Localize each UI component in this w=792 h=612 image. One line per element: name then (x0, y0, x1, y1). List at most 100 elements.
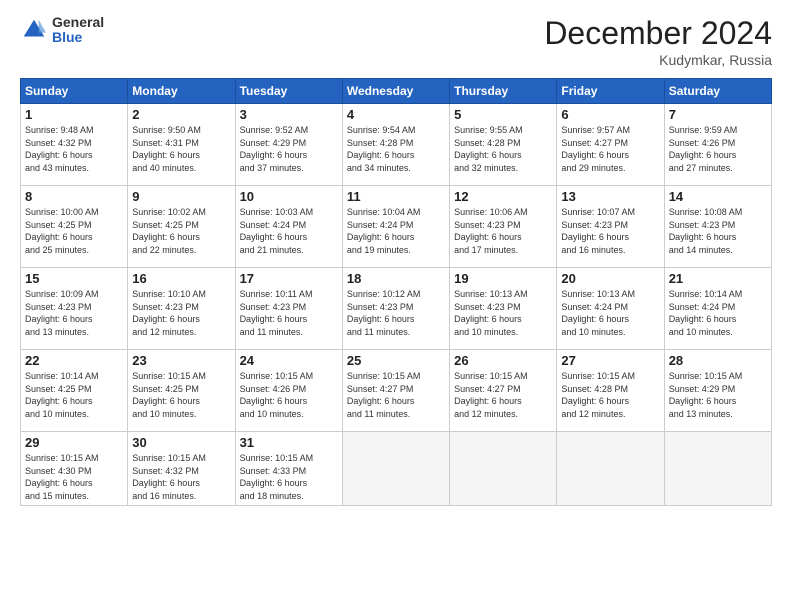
logo-text: General Blue (52, 15, 104, 46)
day-info: Sunrise: 10:11 AMSunset: 4:23 PMDaylight… (240, 288, 338, 338)
day-num: 6 (561, 107, 659, 122)
day-2: 2 Sunrise: 9:50 AMSunset: 4:31 PMDayligh… (128, 104, 235, 186)
day-23: 23 Sunrise: 10:15 AMSunset: 4:25 PMDayli… (128, 350, 235, 432)
day-13: 13 Sunrise: 10:07 AMSunset: 4:23 PMDayli… (557, 186, 664, 268)
day-num: 24 (240, 353, 338, 368)
day-info: Sunrise: 10:15 AMSunset: 4:27 PMDaylight… (347, 370, 445, 420)
day-7: 7 Sunrise: 9:59 AMSunset: 4:26 PMDayligh… (664, 104, 771, 186)
day-20: 20 Sunrise: 10:13 AMSunset: 4:24 PMDayli… (557, 268, 664, 350)
day-num: 21 (669, 271, 767, 286)
day-15: 15 Sunrise: 10:09 AMSunset: 4:23 PMDayli… (21, 268, 128, 350)
col-sunday: Sunday (21, 79, 128, 104)
day-11: 11 Sunrise: 10:04 AMSunset: 4:24 PMDayli… (342, 186, 449, 268)
col-thursday: Thursday (450, 79, 557, 104)
week-row-4: 22 Sunrise: 10:14 AMSunset: 4:25 PMDayli… (21, 350, 772, 432)
day-14: 14 Sunrise: 10:08 AMSunset: 4:23 PMDayli… (664, 186, 771, 268)
day-info: Sunrise: 10:06 AMSunset: 4:23 PMDaylight… (454, 206, 552, 256)
day-info: Sunrise: 9:54 AMSunset: 4:28 PMDaylight:… (347, 124, 445, 174)
day-3: 3 Sunrise: 9:52 AMSunset: 4:29 PMDayligh… (235, 104, 342, 186)
empty-cell (664, 432, 771, 506)
day-8: 8 Sunrise: 10:00 AMSunset: 4:25 PMDaylig… (21, 186, 128, 268)
header: General Blue December 2024 Kudymkar, Rus… (20, 15, 772, 68)
day-num: 28 (669, 353, 767, 368)
day-num: 30 (132, 435, 230, 450)
day-info: Sunrise: 10:15 AMSunset: 4:28 PMDaylight… (561, 370, 659, 420)
day-info: Sunrise: 10:15 AMSunset: 4:30 PMDaylight… (25, 452, 123, 502)
day-28: 28 Sunrise: 10:15 AMSunset: 4:29 PMDayli… (664, 350, 771, 432)
day-info: Sunrise: 9:59 AMSunset: 4:26 PMDaylight:… (669, 124, 767, 174)
day-num: 13 (561, 189, 659, 204)
day-num: 18 (347, 271, 445, 286)
day-num: 1 (25, 107, 123, 122)
day-info: Sunrise: 10:09 AMSunset: 4:23 PMDaylight… (25, 288, 123, 338)
day-info: Sunrise: 10:02 AMSunset: 4:25 PMDaylight… (132, 206, 230, 256)
title-block: December 2024 Kudymkar, Russia (544, 15, 772, 68)
month-title: December 2024 (544, 15, 772, 52)
day-num: 17 (240, 271, 338, 286)
day-num: 9 (132, 189, 230, 204)
day-num: 26 (454, 353, 552, 368)
day-24: 24 Sunrise: 10:15 AMSunset: 4:26 PMDayli… (235, 350, 342, 432)
day-info: Sunrise: 10:13 AMSunset: 4:24 PMDaylight… (561, 288, 659, 338)
day-4: 4 Sunrise: 9:54 AMSunset: 4:28 PMDayligh… (342, 104, 449, 186)
day-num: 7 (669, 107, 767, 122)
day-info: Sunrise: 9:48 AMSunset: 4:32 PMDaylight:… (25, 124, 123, 174)
day-21: 21 Sunrise: 10:14 AMSunset: 4:24 PMDayli… (664, 268, 771, 350)
day-info: Sunrise: 9:50 AMSunset: 4:31 PMDaylight:… (132, 124, 230, 174)
day-31: 31 Sunrise: 10:15 AMSunset: 4:33 PMDayli… (235, 432, 342, 506)
day-num: 2 (132, 107, 230, 122)
day-num: 3 (240, 107, 338, 122)
day-16: 16 Sunrise: 10:10 AMSunset: 4:23 PMDayli… (128, 268, 235, 350)
col-saturday: Saturday (664, 79, 771, 104)
day-1: 1 Sunrise: 9:48 AMSunset: 4:32 PMDayligh… (21, 104, 128, 186)
day-info: Sunrise: 9:52 AMSunset: 4:29 PMDaylight:… (240, 124, 338, 174)
day-info: Sunrise: 10:07 AMSunset: 4:23 PMDaylight… (561, 206, 659, 256)
day-27: 27 Sunrise: 10:15 AMSunset: 4:28 PMDayli… (557, 350, 664, 432)
day-info: Sunrise: 10:15 AMSunset: 4:25 PMDaylight… (132, 370, 230, 420)
day-22: 22 Sunrise: 10:14 AMSunset: 4:25 PMDayli… (21, 350, 128, 432)
day-info: Sunrise: 10:14 AMSunset: 4:25 PMDaylight… (25, 370, 123, 420)
week-row-5: 29 Sunrise: 10:15 AMSunset: 4:30 PMDayli… (21, 432, 772, 506)
col-friday: Friday (557, 79, 664, 104)
day-26: 26 Sunrise: 10:15 AMSunset: 4:27 PMDayli… (450, 350, 557, 432)
day-num: 25 (347, 353, 445, 368)
calendar: Sunday Monday Tuesday Wednesday Thursday… (20, 78, 772, 506)
day-num: 23 (132, 353, 230, 368)
day-9: 9 Sunrise: 10:02 AMSunset: 4:25 PMDaylig… (128, 186, 235, 268)
calendar-header-row: Sunday Monday Tuesday Wednesday Thursday… (21, 79, 772, 104)
day-info: Sunrise: 10:00 AMSunset: 4:25 PMDaylight… (25, 206, 123, 256)
day-num: 14 (669, 189, 767, 204)
day-info: Sunrise: 10:15 AMSunset: 4:26 PMDaylight… (240, 370, 338, 420)
day-12: 12 Sunrise: 10:06 AMSunset: 4:23 PMDayli… (450, 186, 557, 268)
day-info: Sunrise: 10:15 AMSunset: 4:27 PMDaylight… (454, 370, 552, 420)
col-wednesday: Wednesday (342, 79, 449, 104)
day-info: Sunrise: 10:03 AMSunset: 4:24 PMDaylight… (240, 206, 338, 256)
col-monday: Monday (128, 79, 235, 104)
day-30: 30 Sunrise: 10:15 AMSunset: 4:32 PMDayli… (128, 432, 235, 506)
logo-general: General (52, 15, 104, 30)
day-num: 8 (25, 189, 123, 204)
day-18: 18 Sunrise: 10:12 AMSunset: 4:23 PMDayli… (342, 268, 449, 350)
day-info: Sunrise: 10:08 AMSunset: 4:23 PMDaylight… (669, 206, 767, 256)
logo: General Blue (20, 15, 104, 46)
day-info: Sunrise: 9:55 AMSunset: 4:28 PMDaylight:… (454, 124, 552, 174)
week-row-1: 1 Sunrise: 9:48 AMSunset: 4:32 PMDayligh… (21, 104, 772, 186)
location: Kudymkar, Russia (544, 52, 772, 68)
day-info: Sunrise: 9:57 AMSunset: 4:27 PMDaylight:… (561, 124, 659, 174)
day-num: 20 (561, 271, 659, 286)
day-num: 10 (240, 189, 338, 204)
day-info: Sunrise: 10:15 AMSunset: 4:32 PMDaylight… (132, 452, 230, 502)
day-num: 12 (454, 189, 552, 204)
day-5: 5 Sunrise: 9:55 AMSunset: 4:28 PMDayligh… (450, 104, 557, 186)
day-25: 25 Sunrise: 10:15 AMSunset: 4:27 PMDayli… (342, 350, 449, 432)
day-info: Sunrise: 10:04 AMSunset: 4:24 PMDaylight… (347, 206, 445, 256)
day-num: 4 (347, 107, 445, 122)
logo-icon (20, 16, 48, 44)
day-info: Sunrise: 10:13 AMSunset: 4:23 PMDaylight… (454, 288, 552, 338)
day-info: Sunrise: 10:15 AMSunset: 4:29 PMDaylight… (669, 370, 767, 420)
logo-blue: Blue (52, 30, 104, 45)
day-info: Sunrise: 10:12 AMSunset: 4:23 PMDaylight… (347, 288, 445, 338)
col-tuesday: Tuesday (235, 79, 342, 104)
week-row-2: 8 Sunrise: 10:00 AMSunset: 4:25 PMDaylig… (21, 186, 772, 268)
day-num: 31 (240, 435, 338, 450)
